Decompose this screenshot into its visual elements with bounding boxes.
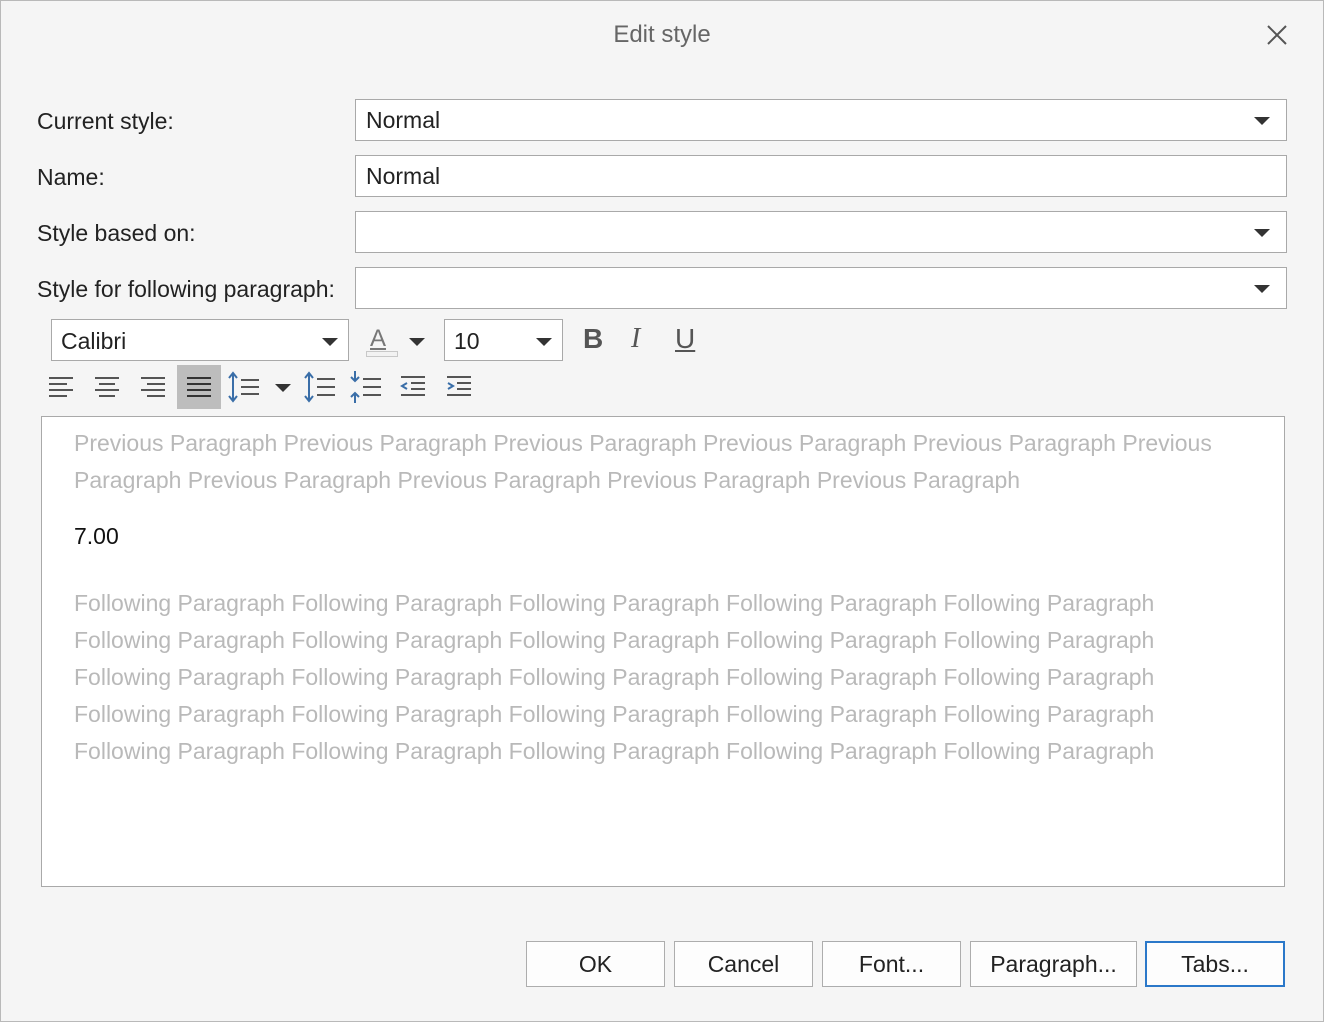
- font-color-swatch: [366, 351, 398, 357]
- previous-paragraph-text: Previous Paragraph Previous Paragraph Pr…: [74, 430, 1212, 493]
- cancel-button[interactable]: Cancel: [674, 941, 813, 987]
- align-justify-icon: [187, 377, 211, 397]
- line-spacing-icon: [228, 371, 291, 403]
- chevron-down-icon: [1254, 229, 1270, 237]
- style-based-on-label: Style based on:: [37, 220, 196, 246]
- current-paragraph-text: 7.00: [74, 523, 119, 549]
- line-spacing-button[interactable]: [227, 367, 297, 407]
- font-color-icon: A: [370, 325, 387, 352]
- align-right-button[interactable]: [133, 367, 173, 407]
- style-based-on-select[interactable]: [355, 211, 1287, 253]
- font-button[interactable]: Font...: [822, 941, 961, 987]
- align-center-button[interactable]: [87, 367, 127, 407]
- italic-button[interactable]: I: [631, 323, 640, 355]
- name-field[interactable]: Normal: [355, 155, 1287, 197]
- style-preview: Previous Paragraph Previous Paragraph Pr…: [41, 416, 1285, 887]
- align-left-icon: [49, 377, 73, 397]
- spacing-before-button[interactable]: [301, 367, 341, 407]
- paragraph-button[interactable]: Paragraph...: [970, 941, 1137, 987]
- chevron-down-icon: [322, 338, 338, 346]
- increase-indent-icon: [447, 376, 471, 396]
- font-size-select[interactable]: 10: [444, 319, 563, 361]
- chevron-down-icon: [1254, 285, 1270, 293]
- increase-indent-button[interactable]: [439, 367, 479, 407]
- font-family-value: Calibri: [61, 328, 127, 354]
- spacing-after-icon: [350, 371, 381, 403]
- font-family-select[interactable]: Calibri: [51, 319, 349, 361]
- close-icon[interactable]: [1261, 19, 1293, 51]
- font-color-button[interactable]: A: [365, 323, 435, 361]
- align-right-icon: [141, 377, 165, 397]
- chevron-down-icon: [409, 338, 425, 346]
- current-style-value: Normal: [366, 107, 441, 133]
- following-style-select[interactable]: [355, 267, 1287, 309]
- align-left-button[interactable]: [41, 367, 81, 407]
- dialog-title: Edit style: [613, 21, 711, 48]
- current-style-select[interactable]: Normal: [355, 99, 1287, 141]
- current-style-label: Current style:: [37, 108, 174, 134]
- align-center-icon: [95, 377, 119, 397]
- spacing-after-button[interactable]: [347, 367, 387, 407]
- name-value[interactable]: Normal: [366, 163, 440, 190]
- spacing-before-icon: [304, 371, 335, 403]
- font-size-value: 10: [454, 328, 480, 354]
- name-label: Name:: [37, 164, 105, 190]
- tabs-button[interactable]: Tabs...: [1145, 941, 1285, 987]
- decrease-indent-icon: [400, 376, 425, 396]
- edit-style-dialog: Edit style Current style: Normal Name: N…: [0, 0, 1324, 1022]
- following-style-label: Style for following paragraph:: [37, 276, 335, 302]
- underline-button[interactable]: U: [675, 323, 695, 355]
- align-justify-button[interactable]: [177, 365, 221, 409]
- decrease-indent-button[interactable]: [393, 367, 433, 407]
- chevron-down-icon: [1254, 117, 1270, 125]
- following-paragraph-text: Following Paragraph Following Paragraph …: [74, 590, 1155, 764]
- ok-button[interactable]: OK: [526, 941, 665, 987]
- bold-button[interactable]: B: [583, 323, 603, 355]
- chevron-down-icon: [536, 338, 552, 346]
